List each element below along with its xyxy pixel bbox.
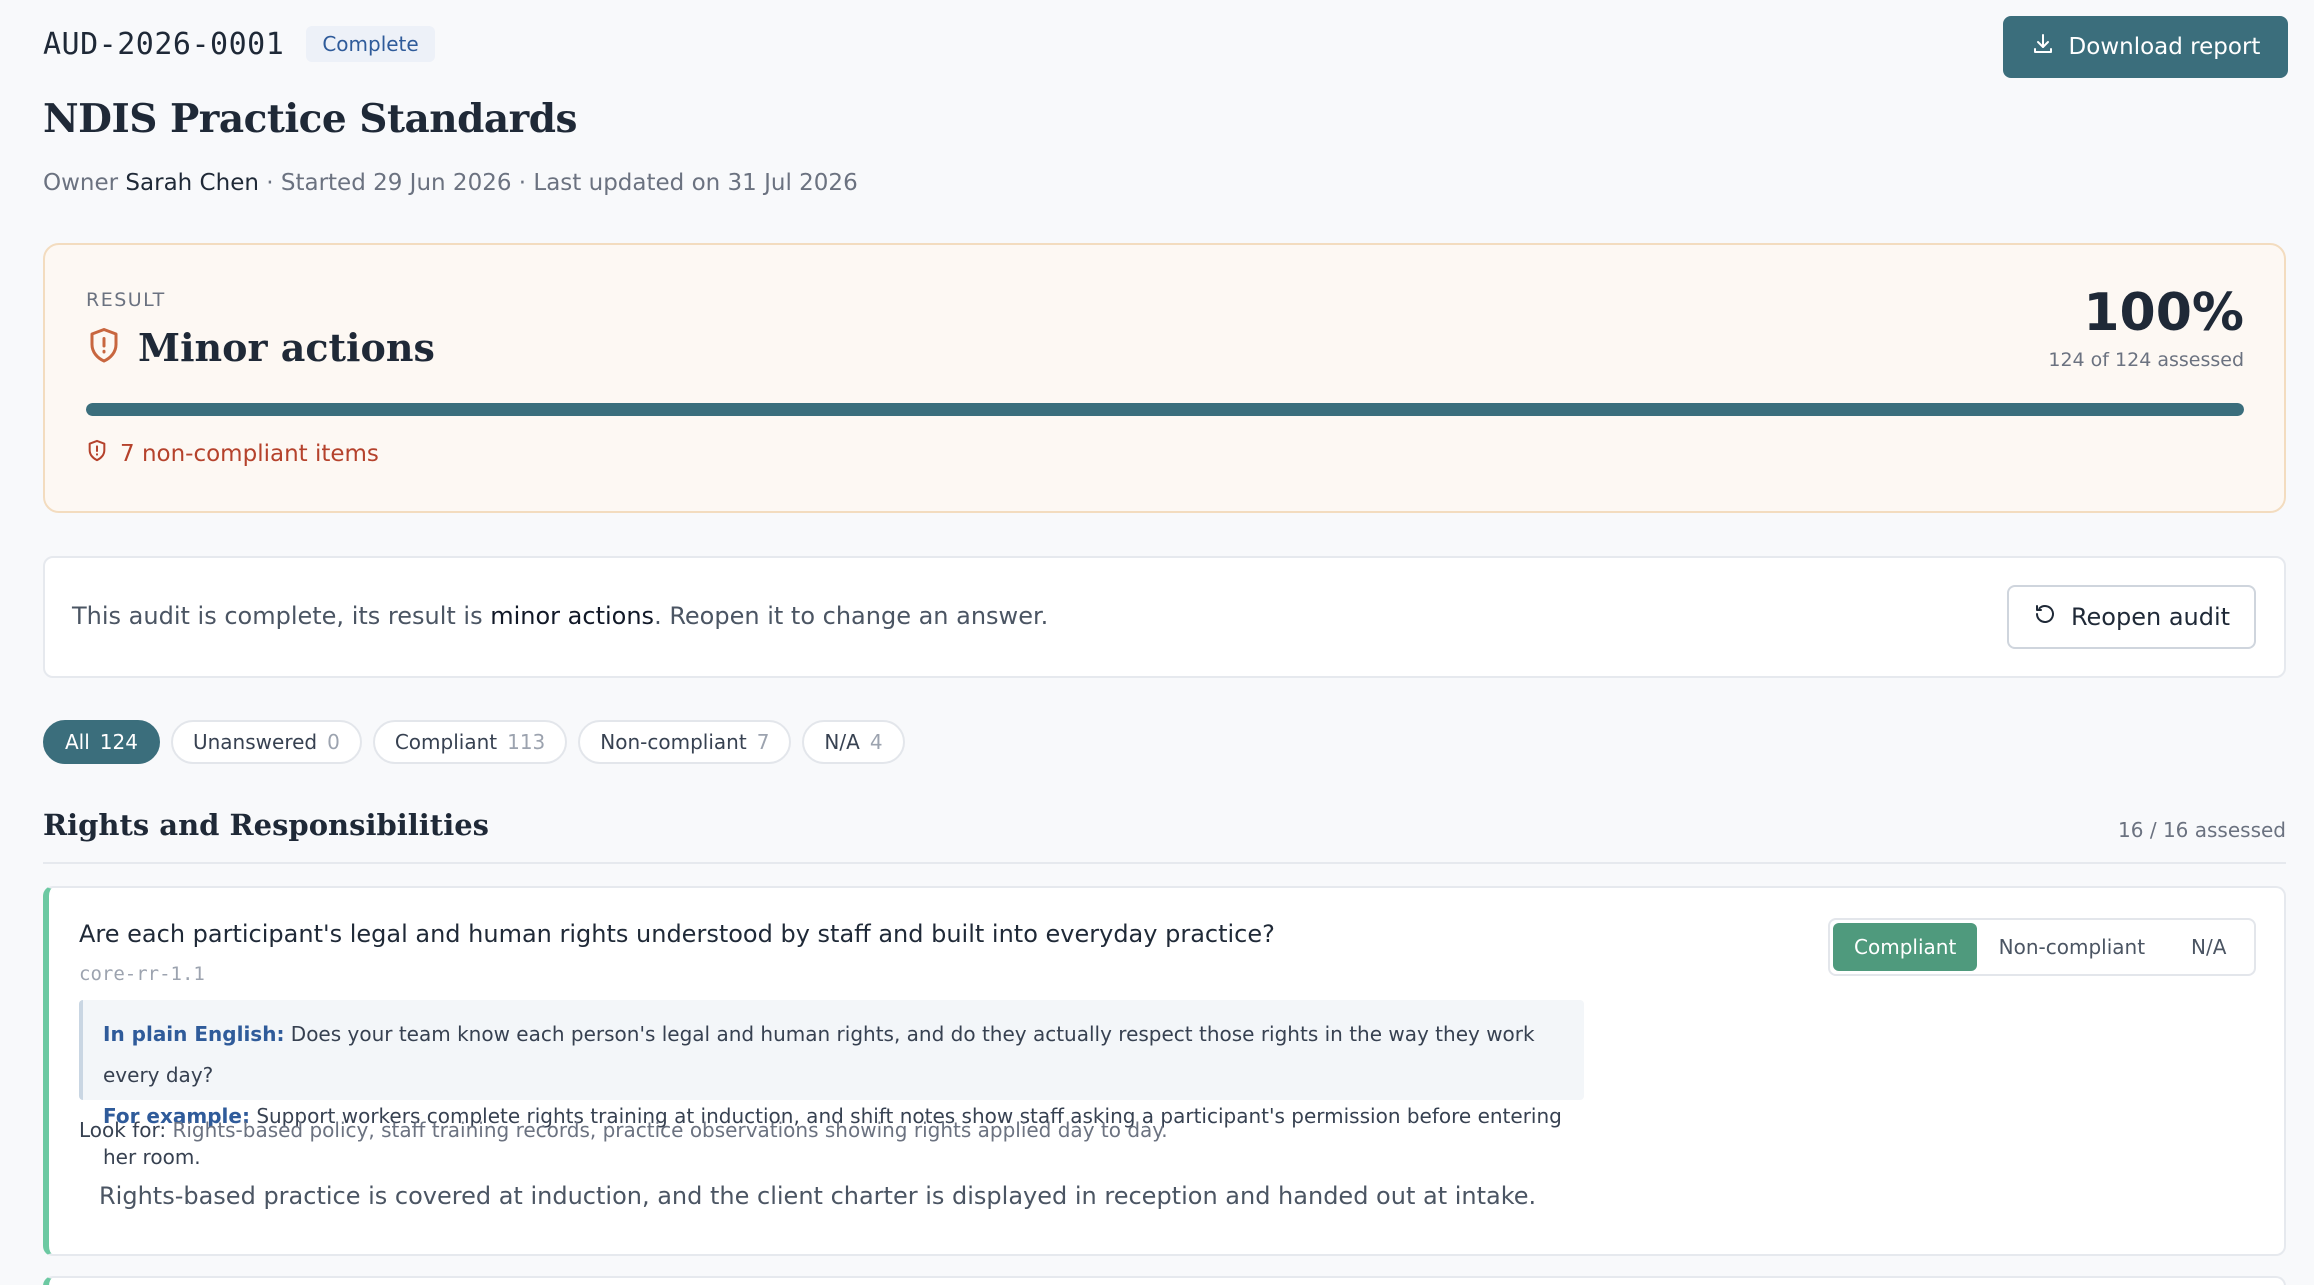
shield-alert-icon: [86, 326, 122, 370]
page-title: NDIS Practice Standards: [43, 96, 577, 142]
audit-page: AUD-2026-0001 Complete Download report N…: [0, 0, 2314, 1285]
look-for-text: Rights-based policy, staff training reco…: [172, 1118, 1168, 1142]
rotate-ccw-icon: [2033, 602, 2057, 632]
question-text: Are each participant's legal and human r…: [79, 920, 1275, 948]
question-note: Rights-based practice is covered at indu…: [99, 1182, 1537, 1210]
completion-message: This audit is complete, its result is mi…: [72, 602, 1048, 630]
result-card: RESULT Minor actions 100% 124 of 124 ass…: [43, 243, 2286, 513]
chip-label: Unanswered: [192, 730, 318, 754]
filter-chip-non-compliant[interactable]: Non-compliant 7: [578, 720, 792, 764]
audit-dates: · Started 29 Jun 2026 · Last updated on …: [266, 170, 858, 196]
download-icon: [2031, 32, 2055, 62]
reopen-audit-button[interactable]: Reopen audit: [2007, 585, 2256, 649]
result-label: RESULT: [86, 289, 166, 311]
chip-label: Non-compliant: [600, 730, 747, 754]
chip-label: All: [65, 730, 90, 754]
chip-count: 124: [99, 730, 138, 754]
audit-meta: Owner Sarah Chen · Started 29 Jun 2026 ·…: [43, 170, 858, 196]
look-for-label: Look for:: [79, 1118, 167, 1142]
question-card: Are each participant's legal and human r…: [43, 886, 2286, 1256]
question-card: [43, 1276, 2286, 1285]
download-report-label: Download report: [2068, 34, 2261, 60]
filter-chip-compliant[interactable]: Compliant 113: [372, 720, 568, 764]
download-report-button[interactable]: Download report: [2003, 16, 2288, 78]
result-assessed-count: 124 of 124 assessed: [2048, 349, 2244, 371]
chip-count: 7: [756, 730, 770, 754]
audit-header: AUD-2026-0001 Complete: [43, 26, 435, 62]
reopen-audit-label: Reopen audit: [2070, 603, 2231, 631]
completion-banner: This audit is complete, its result is mi…: [43, 556, 2286, 678]
result-percent: 100%: [2083, 283, 2244, 343]
progress-fill: [86, 403, 2244, 416]
filter-chip-na[interactable]: N/A 4: [802, 720, 905, 764]
result-title: Minor actions: [138, 325, 435, 370]
message-result: minor actions: [490, 602, 655, 630]
result-heading: Minor actions: [86, 325, 435, 370]
progress-bar: [86, 403, 2244, 416]
chip-count: 113: [507, 730, 546, 754]
shield-alert-icon: [86, 439, 108, 469]
noncompliant-count-text: 7 non-compliant items: [120, 441, 379, 467]
chip-label: N/A: [824, 730, 860, 754]
filter-chip-unanswered[interactable]: Unanswered 0: [170, 720, 362, 764]
audit-id: AUD-2026-0001: [43, 26, 285, 62]
look-for: Look for: Rights-based policy, staff tra…: [79, 1118, 1168, 1142]
answer-na-button[interactable]: N/A: [2166, 923, 2251, 971]
message-part: . Reopen it to change an answer.: [654, 602, 1049, 630]
owner-name: Sarah Chen: [125, 170, 259, 196]
chip-count: 0: [327, 730, 340, 754]
message-part: This audit is complete, its result is: [72, 602, 491, 630]
plain-english-label: In plain English:: [103, 1022, 285, 1046]
question-guidance: In plain English: Does your team know ea…: [79, 1000, 1584, 1169]
section-assessed-count: 16 / 16 assessed: [2118, 818, 2286, 842]
chip-count: 4: [869, 730, 883, 754]
plain-english-text: Does your team know each person's legal …: [103, 1022, 1535, 1087]
section-divider: [43, 862, 2286, 864]
answer-compliant-button[interactable]: Compliant: [1833, 923, 1978, 971]
status-badge: Complete: [306, 26, 435, 62]
answer-selector: Compliant Non-compliant N/A: [1828, 918, 2256, 976]
section-title: Rights and Responsibilities: [43, 808, 489, 842]
noncompliant-summary: 7 non-compliant items: [86, 439, 379, 469]
filter-chip-all[interactable]: All 124: [43, 720, 160, 764]
plain-english-line: In plain English: Does your team know ea…: [103, 1014, 1564, 1096]
answer-non-compliant-button[interactable]: Non-compliant: [1977, 923, 2166, 971]
question-code: core-rr-1.1: [79, 963, 205, 985]
owner-label: Owner: [43, 170, 119, 196]
filter-chips: All 124 Unanswered 0 Compliant 113 Non-c…: [43, 720, 905, 764]
chip-label: Compliant: [394, 730, 498, 754]
